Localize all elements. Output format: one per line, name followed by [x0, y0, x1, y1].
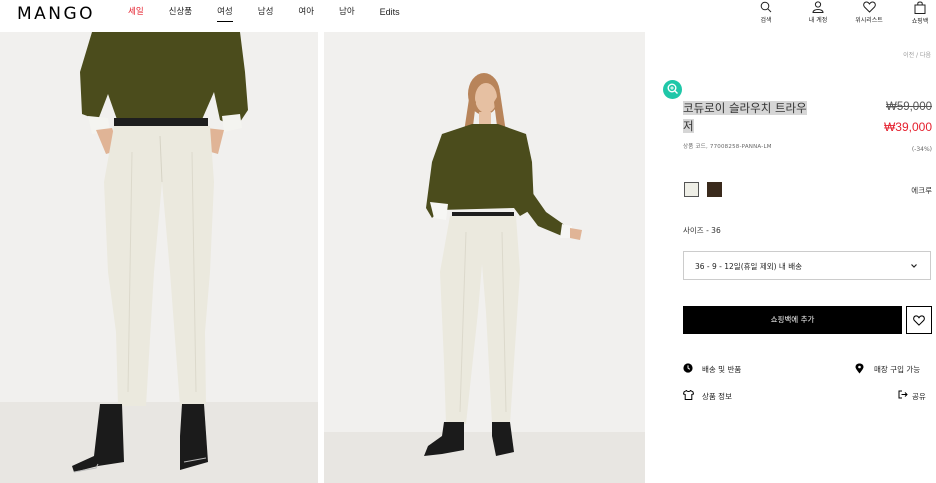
- heart-icon: [862, 1, 876, 13]
- wishlist-button[interactable]: 위시리스트: [844, 1, 894, 24]
- heart-icon: [913, 315, 925, 326]
- clock-icon: [683, 363, 693, 373]
- nav-item-women[interactable]: 여성: [217, 6, 233, 22]
- original-price: ₩59,000: [885, 101, 932, 113]
- product-details-label: 상품 정보: [702, 392, 732, 401]
- product-title-line2: 저: [683, 119, 694, 133]
- chevron-down-icon: [911, 264, 917, 268]
- shipping-returns-link[interactable]: 배송 및 반품: [683, 363, 803, 375]
- shipping-returns-label: 배송 및 반품: [702, 365, 742, 374]
- mango-logo[interactable]: MANGO: [17, 4, 95, 24]
- model-full-body-photo: [324, 32, 645, 483]
- size-label: 사이즈 - 36: [683, 226, 721, 235]
- add-to-wishlist-button[interactable]: [906, 306, 932, 334]
- wishlist-label: 위시리스트: [855, 17, 883, 24]
- share-icon: [898, 390, 908, 399]
- share-label: 공유: [912, 392, 926, 401]
- size-select[interactable]: 36 - 9 - 12일(휴일 제외) 내 배송: [683, 251, 931, 280]
- store-availability-link[interactable]: 매장 구입 가능: [855, 363, 933, 375]
- product-code: 상품 코드, 77008258-PANNA-LM: [683, 144, 772, 150]
- color-swatch-brown[interactable]: [707, 182, 722, 197]
- nav-item-new[interactable]: 신상품: [169, 6, 192, 22]
- zoom-button[interactable]: [663, 80, 682, 99]
- product-image-closeup[interactable]: [0, 32, 318, 483]
- nav-item-edits[interactable]: Edits: [380, 6, 400, 22]
- product-title: 코듀로이 슬라우치 트라우 저: [683, 99, 831, 135]
- nav-item-girls[interactable]: 여아: [298, 6, 314, 22]
- nav-item-boys[interactable]: 남아: [339, 6, 355, 22]
- zoom-in-icon: [667, 83, 678, 94]
- bag-button[interactable]: 쇼핑백: [895, 1, 936, 25]
- shopping-bag-icon: [914, 1, 926, 14]
- product-panel: 이전 / 다음 코듀로이 슬라우치 트라우 저 ₩59,000 ₩39,000 …: [646, 32, 936, 483]
- account-label: 내 계정: [808, 17, 828, 24]
- nav-item-men[interactable]: 남성: [258, 6, 274, 22]
- search-label: 검색: [760, 17, 772, 24]
- prev-next-nav[interactable]: 이전 / 다음: [903, 50, 931, 59]
- location-pin-icon: [855, 363, 864, 374]
- color-swatch-ecru[interactable]: [684, 182, 699, 197]
- size-select-value: 36 - 9 - 12일(휴일 제외) 내 배송: [695, 262, 803, 271]
- account-button[interactable]: 내 계정: [793, 1, 843, 24]
- sale-price: ₩39,000: [883, 120, 932, 134]
- user-icon: [812, 1, 824, 13]
- product-details-link[interactable]: 상품 정보: [683, 390, 803, 402]
- product-title-line1: 코듀로이 슬라우치 트라우: [683, 101, 807, 115]
- trousers-closeup-photo: [0, 32, 318, 483]
- store-availability-label: 매장 구입 가능: [874, 365, 921, 374]
- nav-item-sale[interactable]: 세일: [128, 6, 144, 22]
- product-image-model[interactable]: [324, 32, 645, 483]
- search-icon: [760, 1, 772, 13]
- search-button[interactable]: 검색: [741, 1, 791, 24]
- bag-label: 쇼핑백: [911, 18, 929, 25]
- tshirt-icon: [683, 390, 694, 400]
- add-to-bag-button[interactable]: 쇼핑백에 추가: [683, 306, 902, 334]
- discount-badge: (-34%): [911, 146, 932, 153]
- main-nav: 세일 신상품 여성 남성 여아 남아 Edits: [128, 6, 425, 22]
- selected-color-name: 에크루: [911, 186, 932, 195]
- site-header: MANGO 세일 신상품 여성 남성 여아 남아 Edits 검색 내 계정 위…: [0, 0, 936, 32]
- share-link[interactable]: 공유: [898, 390, 933, 402]
